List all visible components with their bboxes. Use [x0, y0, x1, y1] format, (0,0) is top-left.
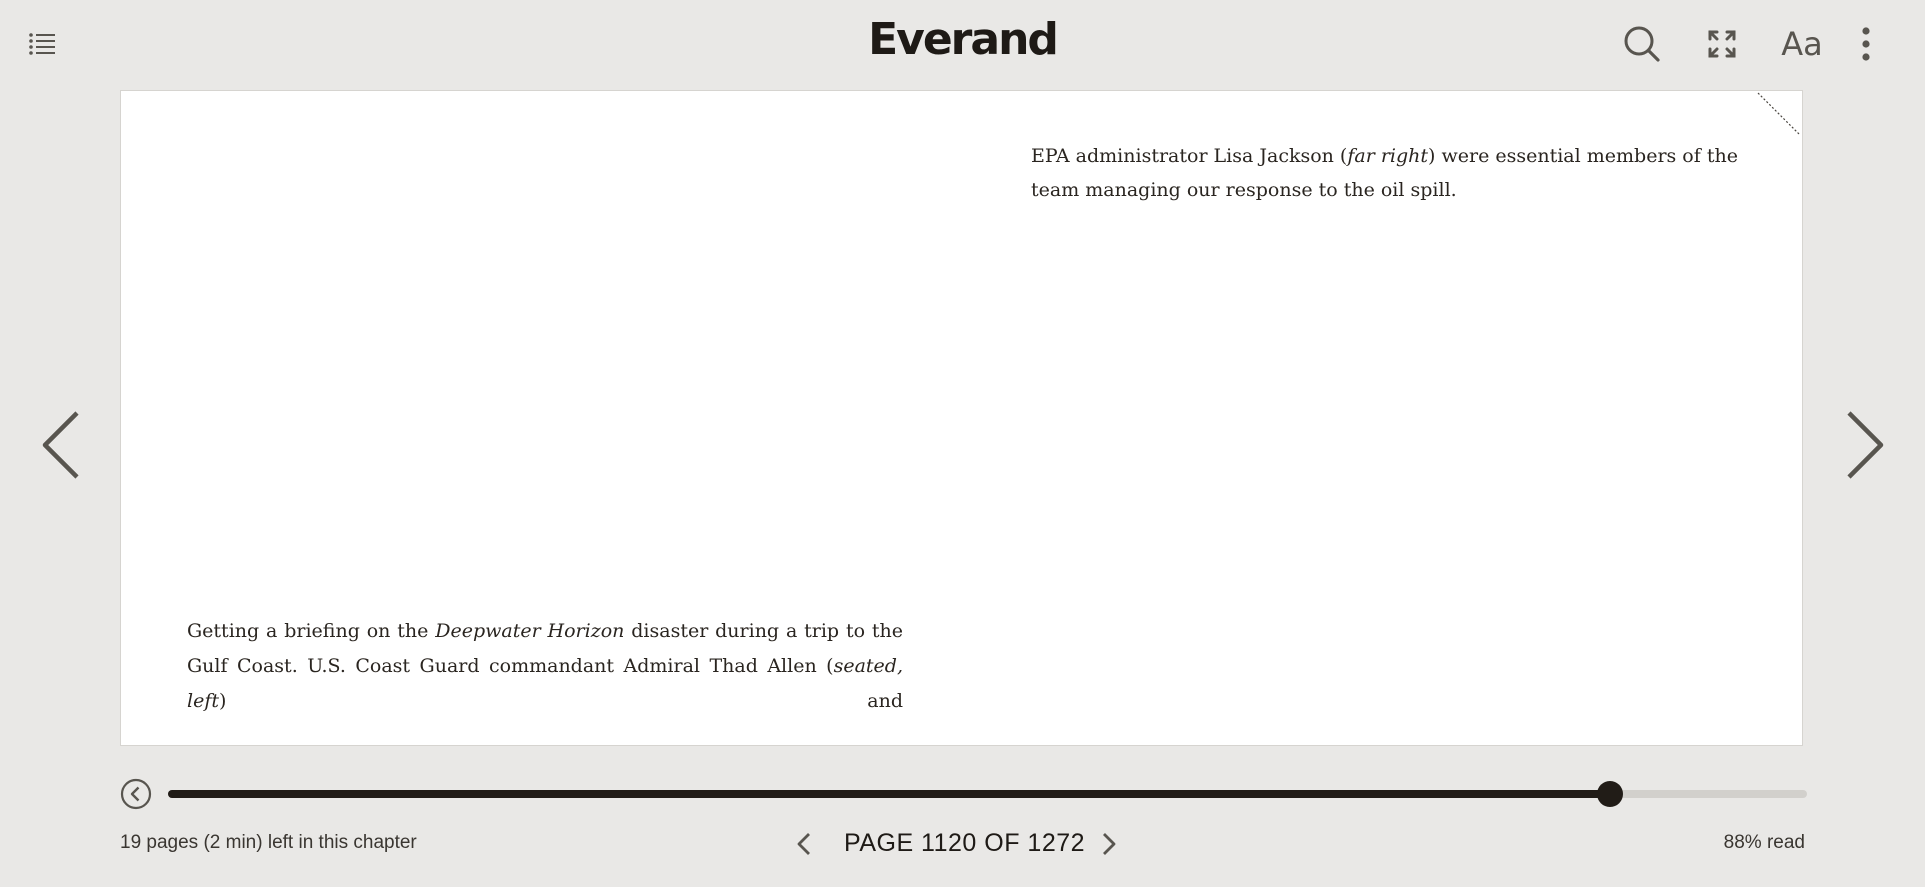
prev-page-icon[interactable] — [792, 830, 816, 858]
font-settings-button[interactable]: Aa — [1778, 22, 1826, 66]
caption-text: ) and — [219, 690, 903, 712]
next-page-icon[interactable] — [1097, 830, 1121, 858]
book-page: EPA administrator Lisa Jackson (far righ… — [120, 90, 1803, 746]
reading-progress-slider[interactable] — [168, 781, 1807, 807]
photo-caption-left: Getting a briefing on the Deepwater Hori… — [187, 614, 903, 719]
percent-read-text: 88% read — [1723, 832, 1805, 853]
chevron-right-icon[interactable] — [1836, 400, 1896, 490]
chevron-left-icon[interactable] — [30, 400, 90, 490]
caption-text: EPA administrator Lisa Jackson ( — [1031, 145, 1348, 167]
page-pager: PAGE 1120 OF 1272 — [792, 824, 1192, 864]
top-bar: Everand Aa — [0, 0, 1925, 90]
page-number-label: PAGE 1120 OF 1272 — [844, 829, 1086, 857]
circle-back-icon[interactable] — [120, 778, 152, 810]
slider-fill — [168, 790, 1611, 798]
search-icon[interactable] — [1622, 24, 1662, 64]
progress-row — [120, 776, 1807, 812]
slider-thumb[interactable] — [1597, 781, 1624, 807]
photo-caption-right: EPA administrator Lisa Jackson (far righ… — [1031, 139, 1771, 207]
caption-text: Getting a briefing on the — [187, 620, 436, 642]
caption-italic: Deepwater Horizon — [435, 620, 625, 642]
more-vertical-icon[interactable] — [1854, 26, 1878, 62]
page-corner-fold — [1757, 92, 1801, 136]
caption-italic: far right — [1347, 145, 1429, 167]
expand-icon[interactable] — [1706, 28, 1738, 60]
reader-footer: 19 pages (2 min) left in this chapter PA… — [120, 824, 1805, 864]
chapter-remaining-text: 19 pages (2 min) left in this chapter — [120, 832, 417, 853]
